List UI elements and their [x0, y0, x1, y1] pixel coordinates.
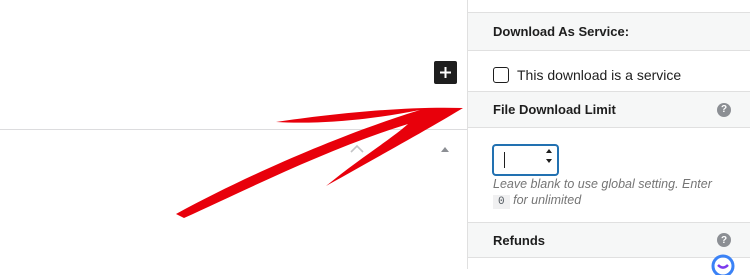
red-arrow [176, 107, 463, 218]
